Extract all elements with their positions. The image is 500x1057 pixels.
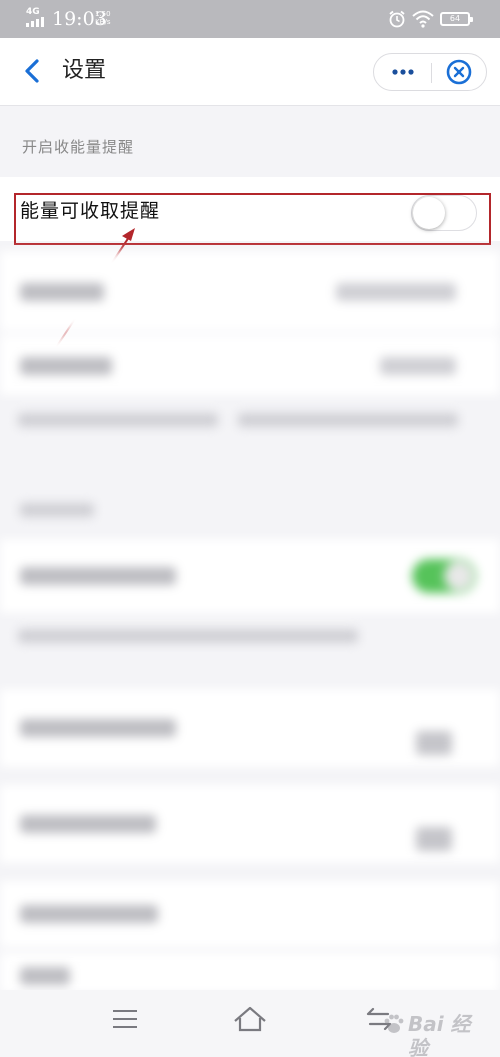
alarm-icon xyxy=(389,10,405,28)
blurred-row xyxy=(0,689,500,767)
watermark-text: Bai 经验 xyxy=(408,1012,471,1057)
energy-reminder-switch[interactable] xyxy=(411,195,477,231)
battery-icon: 64 xyxy=(440,12,473,26)
energy-reminder-label: 能量可收取提醒 xyxy=(20,200,161,222)
back-icon[interactable] xyxy=(20,58,44,84)
close-icon[interactable] xyxy=(432,54,487,90)
network-speed: 1.50 KB/s xyxy=(95,10,111,26)
signal-icon xyxy=(26,17,46,27)
blurred-row xyxy=(0,539,500,613)
blurred-row xyxy=(0,251,500,331)
mini-program-capsule xyxy=(373,53,487,91)
network-speed-unit: KB/s xyxy=(95,18,111,26)
nav-bar: 设置 xyxy=(0,38,500,106)
blurred-row xyxy=(0,953,500,993)
blurred-row xyxy=(0,785,500,863)
status-bar: 4G 19:03 1.50 KB/s 64 xyxy=(0,0,500,38)
section-header: 开启收能量提醒 xyxy=(22,138,135,156)
blurred-row xyxy=(0,881,500,947)
more-icon[interactable] xyxy=(374,54,431,90)
wifi-icon xyxy=(412,10,434,28)
energy-reminder-row[interactable]: 能量可收取提醒 xyxy=(0,177,500,241)
menu-icon[interactable] xyxy=(111,1008,139,1030)
network-speed-value: 1.50 xyxy=(95,10,111,18)
home-icon[interactable] xyxy=(232,1004,268,1034)
blurred-settings-content xyxy=(0,245,500,993)
blurred-row xyxy=(0,335,500,395)
paw-icon xyxy=(384,1014,404,1033)
switch-knob xyxy=(413,197,445,229)
page-title: 设置 xyxy=(62,58,107,83)
network-type: 4G xyxy=(26,7,40,17)
baidu-jingyan-watermark: Bai 经验 xyxy=(378,1006,488,1057)
